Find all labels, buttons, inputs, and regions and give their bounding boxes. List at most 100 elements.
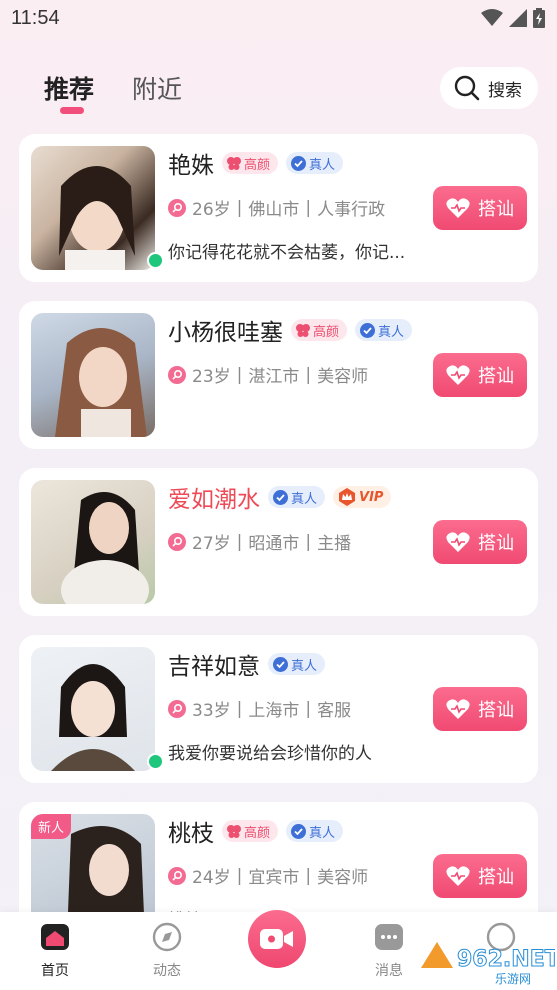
signal-icon	[509, 9, 527, 27]
user-info: 27岁 | 昭通市 | 主播	[168, 529, 351, 554]
verified-tag-label: 真人	[309, 157, 336, 173]
verified-tag: 真人	[286, 152, 344, 174]
beauty-tag-label: 高颜	[244, 825, 271, 841]
status-bar: 11:54	[0, 0, 557, 40]
beauty-tag: 高颜	[222, 820, 279, 842]
verified-tag-label: 真人	[309, 825, 336, 841]
heart-icon	[446, 532, 470, 552]
watermark-logo: 962.NET 乐游网	[417, 938, 557, 986]
verified-tag-label: 真人	[378, 324, 405, 340]
nav-label: 动态	[153, 963, 181, 979]
separator: |	[305, 865, 312, 886]
wifi-icon	[481, 9, 503, 26]
online-indicator	[147, 753, 164, 770]
user-info: 24岁 | 宜宾市 | 美容师	[168, 863, 368, 888]
female-icon	[168, 866, 186, 885]
avatar[interactable]	[31, 647, 164, 771]
verified-badge-icon	[291, 155, 307, 171]
nav-home[interactable]: 首页	[20, 922, 90, 980]
status-icons	[481, 8, 545, 28]
nav-moments[interactable]: 动态	[132, 922, 202, 980]
video-call-button[interactable]	[244, 906, 310, 972]
butterfly-icon	[296, 324, 310, 337]
greet-label: 搭讪	[478, 533, 514, 554]
butterfly-icon	[227, 825, 241, 838]
user-name: 艳姝	[168, 153, 214, 179]
female-icon	[168, 532, 186, 551]
verified-badge-icon	[360, 322, 376, 338]
user-name: 小杨很哇塞	[168, 320, 283, 346]
user-card[interactable]: 吉祥如意 真人 33岁 | 上海市 | 客服 我爱你要说给会珍惜你的人 搭讪	[19, 635, 538, 783]
name-row: 吉祥如意 真人	[168, 649, 326, 680]
user-card[interactable]: 爱如潮水 真人 VIP 27岁 | 昭通市 | 主播 搭讪	[19, 468, 538, 616]
separator: |	[236, 197, 243, 218]
online-indicator	[147, 252, 164, 269]
greet-button[interactable]: 搭讪	[433, 353, 527, 397]
tab-label: 附近	[132, 75, 183, 104]
user-name: 桃枝	[168, 821, 214, 847]
top-tabs: 推荐 附近	[44, 70, 182, 114]
verified-badge-icon	[273, 489, 288, 505]
separator: |	[236, 865, 243, 886]
tab-recommend[interactable]: 推荐	[44, 70, 95, 114]
greet-button[interactable]: 搭讪	[433, 687, 527, 731]
verified-tag: 真人	[268, 486, 326, 508]
nav-messages[interactable]: 消息	[354, 922, 424, 980]
name-row: 艳姝 高颜 真人	[168, 148, 344, 179]
avatar[interactable]	[31, 146, 164, 270]
tab-label: 推荐	[44, 75, 95, 104]
female-icon	[168, 365, 186, 384]
avatar[interactable]	[31, 313, 155, 437]
user-info: 26岁 | 佛山市 | 人事行政	[168, 195, 385, 220]
verified-badge-icon	[273, 656, 288, 672]
user-age: 33岁	[192, 701, 231, 721]
greet-button[interactable]: 搭讪	[433, 854, 527, 898]
separator: |	[305, 531, 312, 552]
user-age: 23岁	[192, 367, 231, 387]
user-bio: 我爱你要说给会珍惜你的人	[168, 744, 372, 764]
video-call-button-inner	[248, 910, 306, 968]
user-card[interactable]: 艳姝 高颜 真人 26岁 | 佛山市 | 人事行政 你记得花花就不会枯萎，你记...…	[19, 134, 538, 282]
female-icon	[168, 699, 186, 718]
separator: |	[236, 698, 243, 719]
greet-label: 搭讪	[478, 867, 514, 888]
search-icon	[454, 75, 480, 101]
separator: |	[305, 364, 312, 385]
verified-tag: 真人	[268, 653, 326, 675]
search-button[interactable]: 搜索	[440, 67, 538, 109]
greet-label: 搭讪	[478, 366, 514, 387]
heart-icon	[446, 699, 470, 719]
user-job: 美容师	[317, 367, 369, 387]
beauty-tag-label: 高颜	[244, 157, 271, 173]
greet-button[interactable]: 搭讪	[433, 186, 527, 230]
user-job: 主播	[317, 534, 352, 554]
tab-nearby[interactable]: 附近	[132, 70, 182, 106]
user-city: 宜宾市	[248, 868, 300, 888]
search-label: 搜索	[488, 80, 522, 101]
greet-button[interactable]: 搭讪	[433, 520, 527, 564]
user-age: 26岁	[192, 200, 231, 220]
user-job: 人事行政	[317, 200, 386, 220]
user-city: 昭通市	[248, 534, 300, 554]
beauty-tag-label: 高颜	[313, 324, 340, 340]
tab-indicator	[60, 107, 84, 114]
crown-icon	[339, 488, 356, 506]
message-icon	[375, 924, 403, 950]
nav-label: 消息	[375, 963, 403, 979]
user-info: 33岁 | 上海市 | 客服	[168, 696, 351, 721]
user-job: 美容师	[317, 868, 369, 888]
separator: |	[305, 698, 312, 719]
new-user-badge: 新人	[31, 814, 72, 839]
avatar[interactable]	[31, 480, 155, 604]
name-row: 爱如潮水 真人 VIP	[168, 482, 392, 513]
name-row: 桃枝 高颜 真人	[168, 816, 344, 847]
status-time: 11:54	[11, 7, 60, 29]
user-name: 爱如潮水	[168, 487, 260, 513]
user-card[interactable]: 小杨很哇塞 高颜 真人 23岁 | 湛江市 | 美容师 搭讪	[19, 301, 538, 449]
user-name: 吉祥如意	[168, 654, 260, 680]
watermark-subtext: 乐游网	[495, 972, 531, 986]
user-city: 上海市	[248, 701, 300, 721]
greet-label: 搭讪	[478, 199, 514, 220]
separator: |	[236, 364, 243, 385]
vip-tag: VIP	[333, 486, 392, 508]
